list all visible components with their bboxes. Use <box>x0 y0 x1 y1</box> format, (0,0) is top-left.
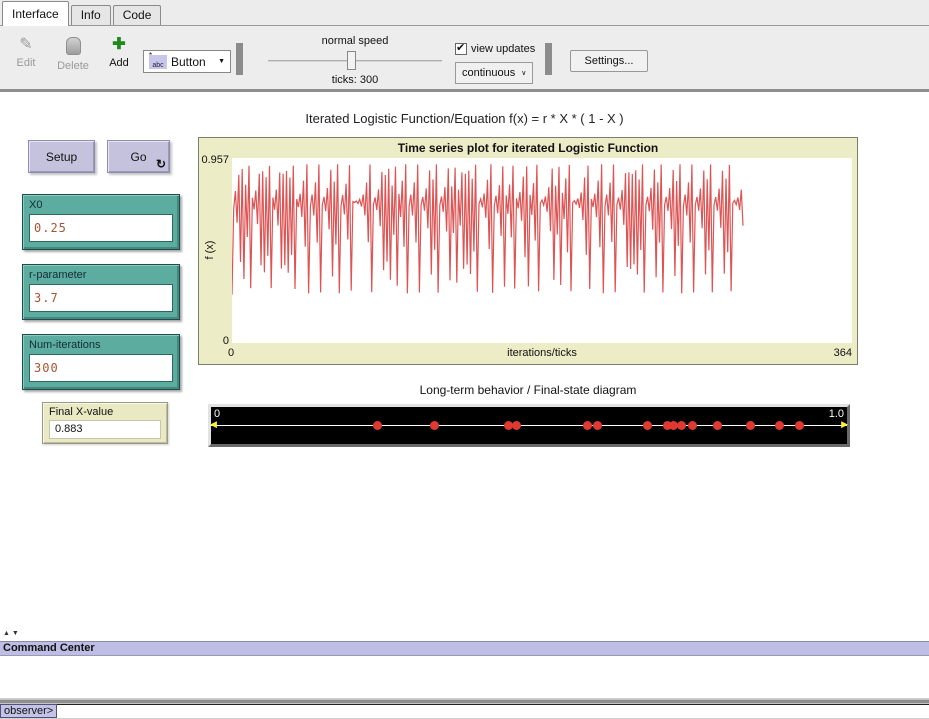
monitor-value: 0.883 <box>49 420 161 439</box>
speed-slider-handle[interactable] <box>347 51 356 70</box>
final-x-value-monitor: Final X-value 0.883 <box>42 402 168 444</box>
monitor-label: Final X-value <box>49 406 161 418</box>
final-state-dot <box>688 421 697 430</box>
speed-slider-label: normal speed <box>268 35 442 47</box>
chevron-down-icon: ▼ <box>218 58 225 65</box>
command-center-input-row: observer> <box>0 704 929 718</box>
x0-input-widget: X0 <box>22 194 180 250</box>
final-state-dot <box>677 421 686 430</box>
final-state-dot <box>593 421 602 430</box>
final-state-dot <box>795 421 804 430</box>
toolbar-separator <box>236 43 243 75</box>
tab-info[interactable]: Info <box>71 5 111 25</box>
button-widget-icon: * abc <box>149 55 167 69</box>
plus-icon: ✚ <box>100 34 138 56</box>
tab-code[interactable]: Code <box>113 5 162 25</box>
view-updates-checkbox[interactable]: ✔ <box>455 43 467 55</box>
model-title: Iterated Logistic Function/Equation f(x)… <box>0 111 929 126</box>
final-state-heading: Long-term behavior / Final-state diagram <box>198 383 858 397</box>
num-iterations-input-widget: Num-iterations <box>22 334 180 390</box>
right-arrow-icon: ▶ <box>841 419 848 430</box>
r-parameter-input-label: r-parameter <box>29 269 173 281</box>
netlogo-window: Interface Info Code ✎ Edit Delete ✚ Add … <box>0 0 929 719</box>
pencil-icon: ✎ <box>6 34 46 56</box>
num-iterations-input-label: Num-iterations <box>29 339 173 351</box>
go-button[interactable]: Go ↻ <box>107 140 170 173</box>
y-axis-min-label: 0 <box>200 335 229 347</box>
y-axis-max-label: 0.957 <box>200 154 229 166</box>
view-updates-control: ✔ view updates <box>455 43 535 55</box>
r-parameter-input-widget: r-parameter <box>22 264 180 320</box>
view-updates-label: view updates <box>471 43 535 55</box>
tab-interface[interactable]: Interface <box>2 1 69 26</box>
setup-button[interactable]: Setup <box>28 140 95 173</box>
final-state-lane: 0 1.0 ◀ ▶ <box>211 407 847 444</box>
num-iterations-input-field[interactable] <box>29 354 173 382</box>
y-axis-title: f (x) <box>204 241 216 260</box>
toolbar: ✎ Edit Delete ✚ Add * abc Button ▼ norma… <box>0 26 929 92</box>
command-input[interactable] <box>57 704 929 718</box>
eraser-icon <box>50 37 96 59</box>
plot-canvas <box>232 158 852 343</box>
plot-title: Time series plot for iterated Logistic F… <box>199 141 857 155</box>
edit-button[interactable]: ✎ Edit <box>6 34 46 69</box>
widget-chooser-dropdown[interactable]: * abc Button ▼ <box>143 50 231 73</box>
x0-input-label: X0 <box>29 199 173 211</box>
final-state-dot <box>373 421 382 430</box>
final-state-dot <box>746 421 755 430</box>
chevron-down-icon: ∨ <box>521 69 526 77</box>
x0-input-field[interactable] <box>29 214 173 242</box>
final-state-view: 0 1.0 ◀ ▶ <box>208 404 850 447</box>
r-parameter-input-field[interactable] <box>29 284 173 312</box>
widget-chooser-value: Button <box>171 55 214 69</box>
command-center-resize-toggles[interactable]: ▲▼ <box>3 630 21 637</box>
command-center-output[interactable] <box>0 657 929 699</box>
final-state-dot <box>512 421 521 430</box>
final-state-dot <box>643 421 652 430</box>
time-series-plot: Time series plot for iterated Logistic F… <box>198 137 858 365</box>
final-state-dot <box>430 421 439 430</box>
toolbar-separator <box>545 43 552 75</box>
final-state-dot <box>583 421 592 430</box>
delete-button[interactable]: Delete <box>50 34 96 72</box>
observer-context-dropdown[interactable]: observer> <box>0 704 57 718</box>
left-arrow-icon: ◀ <box>210 419 217 430</box>
forever-icon: ↻ <box>156 157 166 171</box>
timeseries-svg <box>232 158 852 343</box>
ticks-counter: ticks: 300 <box>268 74 442 86</box>
checkmark-icon: ✔ <box>456 41 465 54</box>
add-button[interactable]: ✚ Add <box>100 34 138 69</box>
update-mode-dropdown[interactable]: continuous ∨ <box>455 62 533 84</box>
x-axis-title: iterations/ticks <box>232 347 852 359</box>
tab-bar: Interface Info Code <box>0 0 929 26</box>
final-state-dot <box>713 421 722 430</box>
final-state-dot <box>775 421 784 430</box>
command-center-header: Command Center <box>0 641 929 656</box>
settings-button[interactable]: Settings... <box>570 50 648 72</box>
x-axis-max-label: 364 <box>822 347 852 359</box>
